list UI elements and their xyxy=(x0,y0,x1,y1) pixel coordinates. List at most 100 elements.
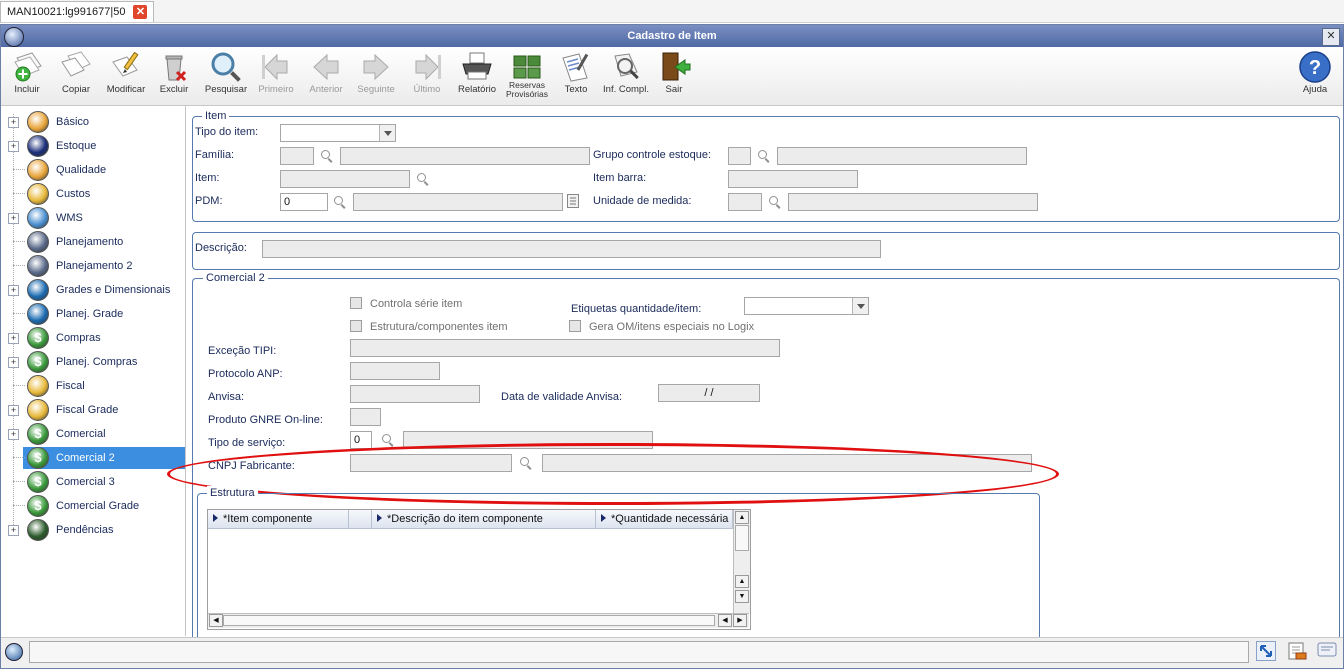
tree-node-comercial-grade[interactable]: $ Comercial Grade xyxy=(1,494,185,518)
descricao-input[interactable] xyxy=(262,240,881,258)
tree-node-fiscal[interactable]: Fiscal xyxy=(1,374,185,398)
primeiro-button[interactable]: Primeiro xyxy=(251,50,301,102)
expand-plus-icon[interactable]: + xyxy=(8,525,19,536)
chevron-down-icon[interactable] xyxy=(379,125,395,141)
unidade-medida-code-input[interactable] xyxy=(728,193,762,211)
tipo-servico-code-input[interactable]: 0 xyxy=(350,431,372,449)
notes-icon[interactable] xyxy=(1286,640,1308,662)
tree-node-fiscal-grade[interactable]: + Fiscal Grade xyxy=(1,398,185,422)
copy-icon xyxy=(61,51,91,77)
pesquisar-button[interactable]: Pesquisar xyxy=(201,50,251,102)
familia-description-input[interactable] xyxy=(340,147,590,165)
estrutura-componentes-checkbox[interactable] xyxy=(350,320,362,332)
unidade-medida-description-input[interactable] xyxy=(788,193,1038,211)
scroll-left-icon[interactable]: ◀ xyxy=(718,614,732,627)
search-icon[interactable] xyxy=(334,196,346,208)
texto-button[interactable]: Texto xyxy=(551,50,601,102)
tree-node-comercial-3[interactable]: $ Comercial 3 xyxy=(1,470,185,494)
search-icon[interactable] xyxy=(758,150,770,162)
document-tab[interactable]: MAN10021:lg991677|50 ✕ xyxy=(0,1,155,22)
expand-plus-icon[interactable]: + xyxy=(8,141,19,152)
scroll-left-icon[interactable]: ◀ xyxy=(209,614,223,627)
scroll-down-icon[interactable]: ▼ xyxy=(735,590,749,603)
message-icon[interactable] xyxy=(1316,641,1338,661)
copiar-button[interactable]: Copiar xyxy=(51,50,101,102)
grid-header-quantidade[interactable]: *Quantidade necessária xyxy=(596,510,733,529)
window-close-icon[interactable]: ✕ xyxy=(1322,28,1340,46)
tree-node-comercial[interactable]: + $ Comercial xyxy=(1,422,185,446)
tree-node-planejamento-2[interactable]: Planejamento 2 xyxy=(1,254,185,278)
item-barra-input[interactable] xyxy=(728,170,858,188)
grid-vertical-scrollbar[interactable]: ▲ ▲ ▼ xyxy=(733,510,750,613)
tree-node-grades-e-dimensionais[interactable]: + Grades e Dimensionais xyxy=(1,278,185,302)
estrutura-grid[interactable]: *Item componente *Descrição do item comp… xyxy=(207,509,751,630)
search-icon[interactable] xyxy=(382,434,394,446)
tipo-item-select[interactable] xyxy=(280,124,396,142)
tree-connector xyxy=(13,505,25,506)
chevron-down-icon[interactable] xyxy=(852,298,868,314)
pdm-code-input[interactable]: 0 xyxy=(280,193,328,211)
expand-plus-icon[interactable]: + xyxy=(8,357,19,368)
seguinte-button[interactable]: Seguinte xyxy=(351,50,401,102)
anterior-button[interactable]: Anterior xyxy=(301,50,351,102)
tree-node-planej-compras[interactable]: + $ Planej. Compras xyxy=(1,350,185,374)
expand-plus-icon[interactable]: + xyxy=(8,333,19,344)
tree-node-planej-grade[interactable]: Planej. Grade xyxy=(1,302,185,326)
controla-serie-checkbox[interactable] xyxy=(350,297,362,309)
excecao-tipi-label: Exceção TIPI: xyxy=(208,345,277,357)
gera-om-checkbox[interactable] xyxy=(569,320,581,332)
item-code-input[interactable] xyxy=(280,170,410,188)
grid-header-descricao[interactable]: *Descrição do item componente xyxy=(372,510,596,529)
reservas-provisorias-button[interactable]: Reservas Provisórias xyxy=(502,50,552,102)
tree-node-wms[interactable]: + WMS xyxy=(1,206,185,230)
search-icon[interactable] xyxy=(417,173,429,185)
incluir-button[interactable]: Incluir xyxy=(2,50,52,102)
grid-horizontal-scrollbar[interactable]: ◀ ◀ ▶ xyxy=(208,613,749,628)
search-icon[interactable] xyxy=(321,150,333,162)
scroll-thumb[interactable] xyxy=(223,615,715,626)
ultimo-button[interactable]: Último xyxy=(402,50,452,102)
expand-plus-icon[interactable]: + xyxy=(8,429,19,440)
produto-gnre-input[interactable] xyxy=(350,408,381,426)
expand-plus-icon[interactable]: + xyxy=(8,117,19,128)
protocolo-anp-input[interactable] xyxy=(350,362,440,380)
tree-node-planejamento[interactable]: Planejamento xyxy=(1,230,185,254)
excluir-button[interactable]: Excluir xyxy=(149,50,199,102)
ajuda-button[interactable]: ? Ajuda xyxy=(1290,50,1340,102)
tree-node-custos[interactable]: Custos xyxy=(1,182,185,206)
inf-compl-button[interactable]: Inf. Compl. xyxy=(601,50,651,102)
etiquetas-select[interactable] xyxy=(744,297,869,315)
anvisa-input[interactable] xyxy=(350,385,480,403)
scroll-up-icon[interactable]: ▲ xyxy=(735,511,749,524)
familia-code-input[interactable] xyxy=(280,147,314,165)
tree-node-qualidade[interactable]: Qualidade xyxy=(1,158,185,182)
tab-close-icon[interactable]: ✕ xyxy=(133,5,148,19)
pdm-description-input[interactable] xyxy=(353,193,563,211)
expand-plus-icon[interactable]: + xyxy=(8,285,19,296)
grupo-controle-description-input[interactable] xyxy=(777,147,1027,165)
money-icon xyxy=(27,183,49,205)
tree-node-compras[interactable]: + $ Compras xyxy=(1,326,185,350)
expand-plus-icon[interactable]: + xyxy=(8,213,19,224)
data-validade-anvisa-input[interactable]: / / xyxy=(658,384,760,402)
sair-button[interactable]: Sair xyxy=(649,50,699,102)
estrutura-componentes-label: Estrutura/componentes item xyxy=(370,321,508,333)
expand-icon[interactable] xyxy=(1256,641,1276,661)
scroll-thumb[interactable] xyxy=(735,525,749,551)
grid-header-spacer[interactable] xyxy=(349,510,372,529)
grid-header-item-componente[interactable]: *Item componente xyxy=(208,510,349,529)
tree-node-comercial-2[interactable]: $ Comercial 2 xyxy=(1,446,185,470)
excecao-tipi-input[interactable] xyxy=(350,339,780,357)
tree-node-básico[interactable]: + Básico xyxy=(1,110,185,134)
grupo-controle-code-input[interactable] xyxy=(728,147,751,165)
tree-node-pendências[interactable]: + Pendências xyxy=(1,518,185,542)
expand-plus-icon[interactable]: + xyxy=(8,405,19,416)
list-detail-icon[interactable] xyxy=(567,194,579,208)
modificar-button[interactable]: Modificar xyxy=(101,50,151,102)
relatorio-button[interactable]: Relatório xyxy=(452,50,502,102)
scroll-right-icon[interactable]: ▶ xyxy=(733,614,747,627)
search-icon[interactable] xyxy=(769,196,781,208)
tree-node-estoque[interactable]: + Estoque xyxy=(1,134,185,158)
scroll-up-icon[interactable]: ▲ xyxy=(735,575,749,588)
tree-node-label: Qualidade xyxy=(56,164,107,176)
